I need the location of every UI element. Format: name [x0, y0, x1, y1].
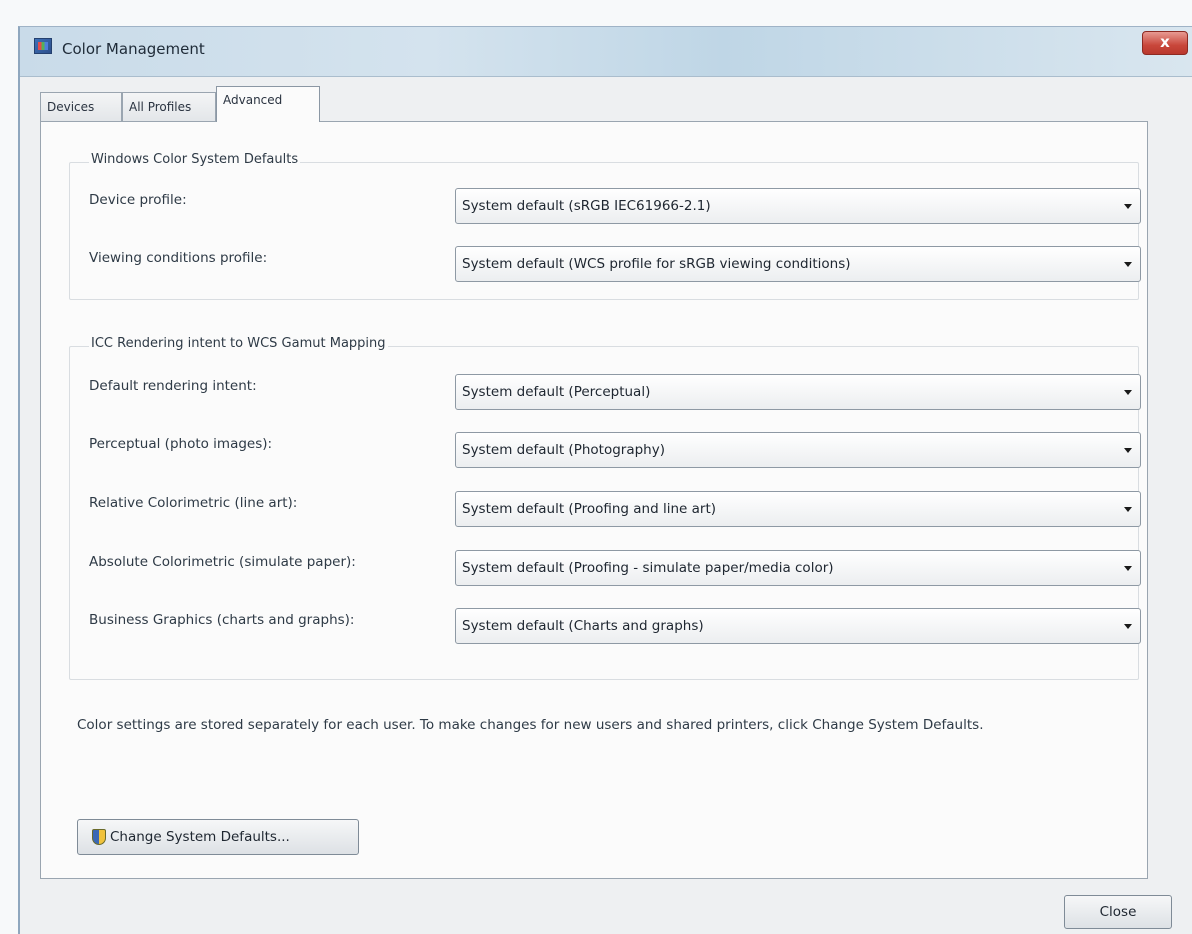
default-intent-dropdown[interactable]: System default (Perceptual) [455, 374, 1141, 410]
perceptual-value: System default (Photography) [462, 442, 665, 458]
info-text: Color settings are stored separately for… [77, 717, 984, 733]
window-close-button[interactable]: x [1142, 31, 1188, 55]
relative-colorimetric-dropdown[interactable]: System default (Proofing and line art) [455, 491, 1141, 527]
chevron-down-icon [1124, 204, 1132, 209]
advanced-tab-panel: Windows Color System Defaults Device pro… [40, 121, 1148, 879]
chevron-down-icon [1124, 507, 1132, 512]
uac-shield-icon [92, 829, 106, 845]
close-button-label: Close [1099, 904, 1137, 920]
viewing-conditions-label: Viewing conditions profile: [89, 250, 268, 266]
tab-advanced[interactable]: Advanced [216, 86, 320, 122]
device-profile-label: Device profile: [89, 192, 187, 208]
tab-all-profiles[interactable]: All Profiles [122, 92, 216, 121]
chevron-down-icon [1124, 566, 1132, 571]
chevron-down-icon [1124, 262, 1132, 267]
window-title: Color Management [62, 40, 205, 58]
perceptual-dropdown[interactable]: System default (Photography) [455, 432, 1141, 468]
perceptual-label: Perceptual (photo images): [89, 436, 273, 452]
wcs-defaults-heading: Windows Color System Defaults [89, 152, 301, 167]
absolute-colorimetric-dropdown[interactable]: System default (Proofing - simulate pape… [455, 550, 1141, 586]
default-intent-value: System default (Perceptual) [462, 384, 651, 400]
color-management-window: Color Management x Devices All Profiles … [18, 26, 1192, 934]
color-management-icon [34, 38, 52, 54]
business-graphics-value: System default (Charts and graphs) [462, 618, 704, 634]
device-profile-dropdown[interactable]: System default (sRGB IEC61966-2.1) [455, 188, 1141, 224]
viewing-conditions-value: System default (WCS profile for sRGB vie… [462, 256, 851, 272]
absolute-colorimetric-label: Absolute Colorimetric (simulate paper): [89, 554, 356, 570]
gamut-mapping-heading: ICC Rendering intent to WCS Gamut Mappin… [89, 336, 388, 351]
default-intent-label: Default rendering intent: [89, 378, 257, 394]
business-graphics-dropdown[interactable]: System default (Charts and graphs) [455, 608, 1141, 644]
tab-devices[interactable]: Devices [40, 92, 122, 121]
viewing-conditions-dropdown[interactable]: System default (WCS profile for sRGB vie… [455, 246, 1141, 282]
chevron-down-icon [1124, 390, 1132, 395]
chevron-down-icon [1124, 448, 1132, 453]
change-system-defaults-label: Change System Defaults... [110, 829, 290, 845]
chevron-down-icon [1124, 624, 1132, 629]
absolute-colorimetric-value: System default (Proofing - simulate pape… [462, 560, 834, 576]
relative-colorimetric-value: System default (Proofing and line art) [462, 501, 717, 517]
device-profile-value: System default (sRGB IEC61966-2.1) [462, 198, 711, 214]
close-button[interactable]: Close [1064, 895, 1172, 929]
business-graphics-label: Business Graphics (charts and graphs): [89, 612, 355, 628]
title-bar[interactable]: Color Management x [20, 27, 1192, 77]
change-system-defaults-button[interactable]: Change System Defaults... [77, 819, 359, 855]
relative-colorimetric-label: Relative Colorimetric (line art): [89, 495, 298, 511]
